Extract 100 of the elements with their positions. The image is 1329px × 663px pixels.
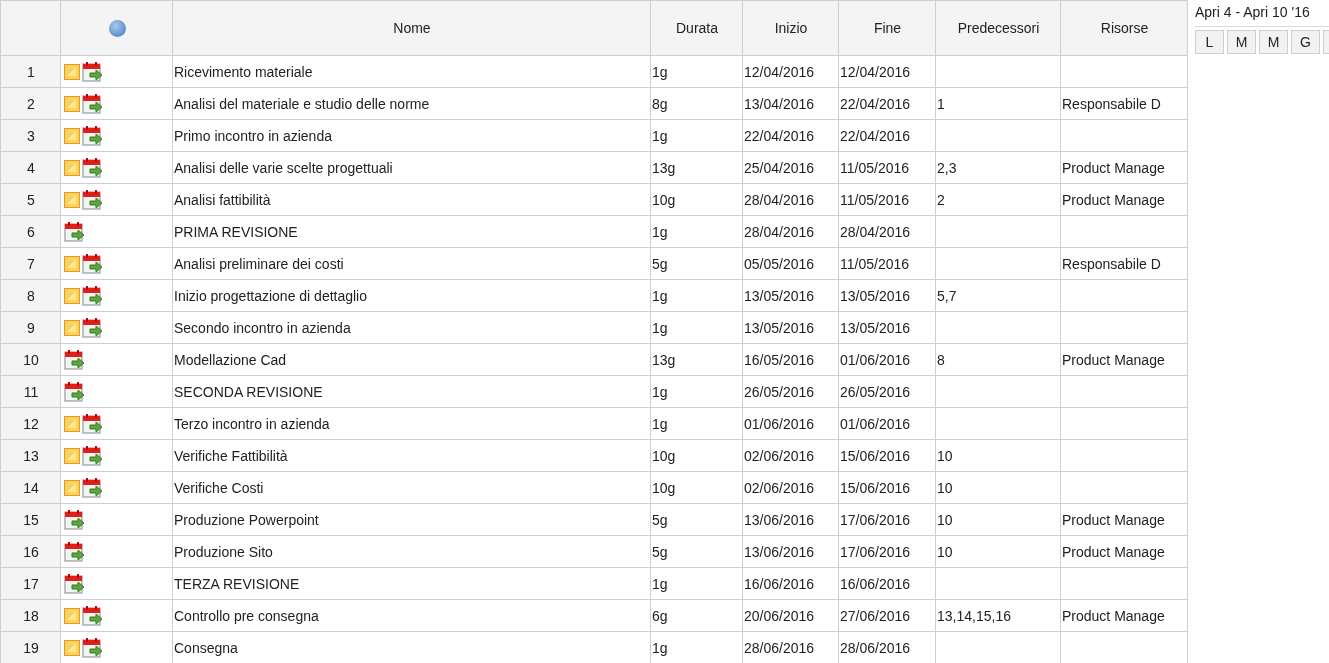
task-name: Inizio progettazione di dettaglio — [172, 279, 651, 312]
start-date: 28/06/2016 — [742, 631, 839, 663]
duration-cell: 5g — [650, 535, 743, 568]
row-number: 4 — [0, 151, 61, 184]
start-date: 13/05/2016 — [742, 279, 839, 312]
end-date: 28/04/2016 — [838, 215, 936, 248]
task-name: Analisi preliminare dei costi — [172, 247, 651, 280]
resources-cell: Product Manage — [1060, 503, 1188, 536]
end-date: 13/05/2016 — [838, 311, 936, 344]
resources-cell: Product Manage — [1060, 599, 1188, 632]
row-number: 3 — [0, 119, 61, 152]
column-header[interactable]: Inizio — [742, 0, 839, 56]
end-date: 15/06/2016 — [838, 471, 936, 504]
note-icon — [64, 159, 80, 176]
task-name: Verifiche Fattibilità — [172, 439, 651, 472]
start-date: 22/04/2016 — [742, 119, 839, 152]
row-number: 9 — [0, 311, 61, 344]
end-date: 01/06/2016 — [838, 407, 936, 440]
row-number: 6 — [0, 215, 61, 248]
task-name: Consegna — [172, 631, 651, 663]
duration-cell: 1g — [650, 407, 743, 440]
column-header[interactable]: Fine — [838, 0, 936, 56]
start-date: 28/04/2016 — [742, 183, 839, 216]
note-icon — [64, 479, 80, 496]
end-date: 15/06/2016 — [838, 439, 936, 472]
start-date: 01/06/2016 — [742, 407, 839, 440]
predecessors-cell: 10 — [935, 439, 1061, 472]
row-number: 11 — [0, 375, 61, 408]
day-header: G — [1291, 30, 1320, 54]
end-date: 22/04/2016 — [838, 87, 936, 120]
duration-cell: 5g — [650, 247, 743, 280]
duration-cell: 1g — [650, 279, 743, 312]
row-number: 14 — [0, 471, 61, 504]
start-date: 28/04/2016 — [742, 215, 839, 248]
predecessors-cell: 10 — [935, 535, 1061, 568]
task-name: Terzo incontro in azienda — [172, 407, 651, 440]
task-name: Analisi delle varie scelte progettuali — [172, 151, 651, 184]
duration-cell: 10g — [650, 471, 743, 504]
note-icon — [64, 415, 80, 432]
resources-cell: Product Manage — [1060, 183, 1188, 216]
predecessors-cell: 8 — [935, 343, 1061, 376]
resources-cell: Product Manage — [1060, 343, 1188, 376]
task-name: SECONDA REVISIONE — [172, 375, 651, 408]
note-icon — [64, 191, 80, 208]
start-date: 02/06/2016 — [742, 439, 839, 472]
start-date: 16/05/2016 — [742, 343, 839, 376]
task-name: Analisi del materiale e studio delle norme — [172, 87, 651, 120]
task-name: Produzione Powerpoint — [172, 503, 651, 536]
duration-cell: 10g — [650, 439, 743, 472]
start-date: 13/05/2016 — [742, 311, 839, 344]
task-name: Primo incontro in azienda — [172, 119, 651, 152]
predecessors-cell: 2 — [935, 183, 1061, 216]
task-name: Analisi fattibilità — [172, 183, 651, 216]
row-number: 15 — [0, 503, 61, 536]
start-date: 13/04/2016 — [742, 87, 839, 120]
end-date: 01/06/2016 — [838, 343, 936, 376]
note-icon — [64, 607, 80, 624]
duration-cell: 6g — [650, 599, 743, 632]
end-date: 27/06/2016 — [838, 599, 936, 632]
row-number: 2 — [0, 87, 61, 120]
end-date: 17/06/2016 — [838, 535, 936, 568]
duration-cell: 1g — [650, 631, 743, 663]
task-name: Produzione Sito — [172, 535, 651, 568]
task-name: Ricevimento materiale — [172, 55, 651, 88]
column-header[interactable]: Durata — [650, 0, 743, 56]
task-name: Secondo incontro in azienda — [172, 311, 651, 344]
resources-cell: Responsabile D — [1060, 87, 1188, 120]
row-number: 5 — [0, 183, 61, 216]
note-icon — [64, 255, 80, 272]
task-name: TERZA REVISIONE — [172, 567, 651, 600]
duration-cell: 1g — [650, 215, 743, 248]
start-date: 13/06/2016 — [742, 535, 839, 568]
predecessors-cell: 10 — [935, 471, 1061, 504]
end-date: 26/05/2016 — [838, 375, 936, 408]
end-date: 11/05/2016 — [838, 151, 936, 184]
row-number: 8 — [0, 279, 61, 312]
end-date: 12/04/2016 — [838, 55, 936, 88]
duration-cell: 1g — [650, 311, 743, 344]
note-icon — [64, 63, 80, 80]
duration-cell: 5g — [650, 503, 743, 536]
info-icon — [108, 19, 126, 37]
task-name: Verifiche Costi — [172, 471, 651, 504]
row-number: 10 — [0, 343, 61, 376]
start-date: 02/06/2016 — [742, 471, 839, 504]
note-icon — [64, 95, 80, 112]
row-number: 1 — [0, 55, 61, 88]
day-header: M — [1227, 30, 1256, 54]
column-header[interactable]: Predecessori — [935, 0, 1061, 56]
duration-cell: 1g — [650, 119, 743, 152]
start-date: 13/06/2016 — [742, 503, 839, 536]
column-header[interactable]: Nome — [172, 0, 651, 56]
column-header[interactable]: Risorse — [1060, 0, 1188, 56]
end-date: 11/05/2016 — [838, 183, 936, 216]
end-date: 16/06/2016 — [838, 567, 936, 600]
row-number: 17 — [0, 567, 61, 600]
note-icon — [64, 639, 80, 656]
start-date: 26/05/2016 — [742, 375, 839, 408]
predecessors-cell: 13,14,15,16 — [935, 599, 1061, 632]
note-icon — [64, 447, 80, 464]
task-name: Controllo pre consegna — [172, 599, 651, 632]
